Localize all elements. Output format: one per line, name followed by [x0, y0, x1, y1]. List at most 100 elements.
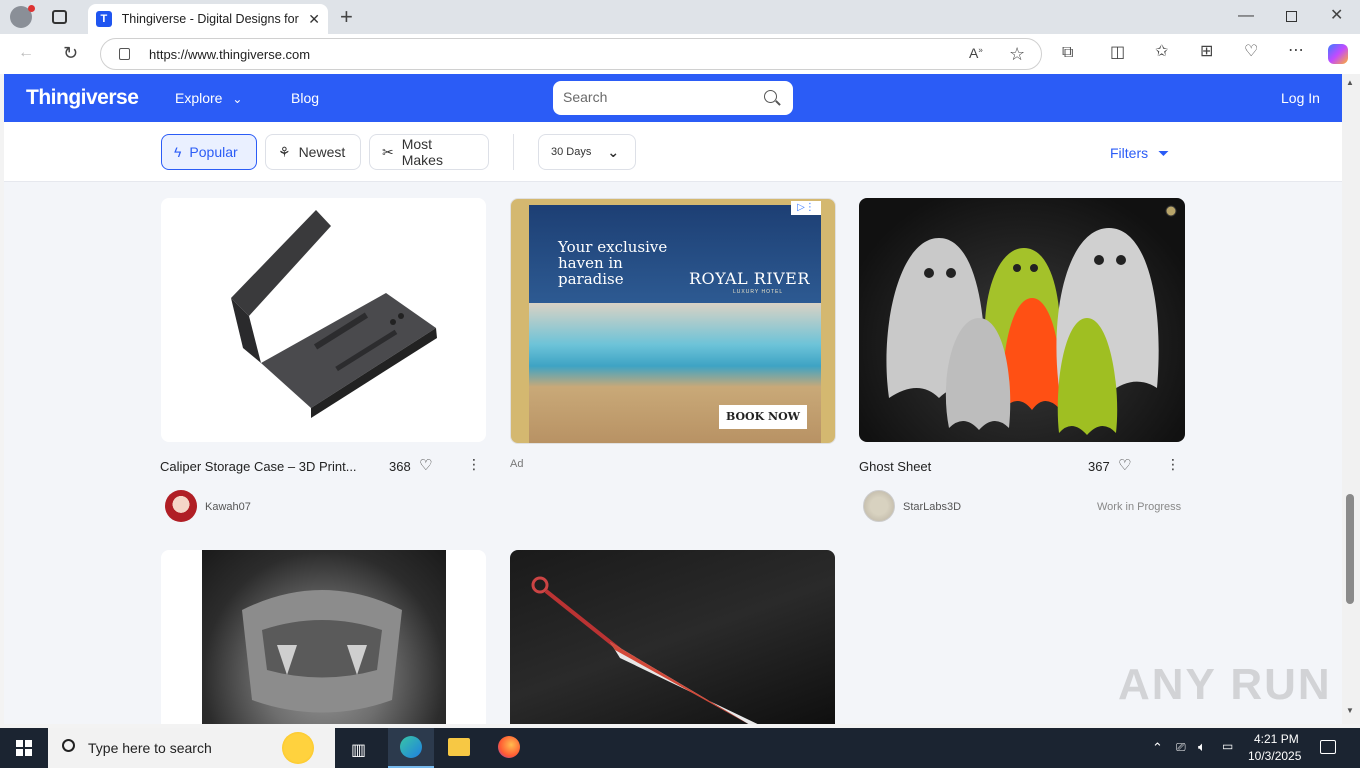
- heart-icon[interactable]: ♡: [419, 456, 432, 474]
- thing-image-kunai[interactable]: [510, 550, 835, 724]
- thing-image-caliper-case[interactable]: [161, 198, 486, 442]
- explore-label: Explore: [175, 90, 223, 106]
- collections-icon[interactable]: ⊞: [1200, 44, 1213, 60]
- most-makes-sort-button[interactable]: ✂ Most Makes: [369, 134, 489, 170]
- period-label: 30 Days: [551, 146, 592, 158]
- split-screen-icon[interactable]: ◫: [1110, 45, 1125, 61]
- ad-label: Ad: [510, 458, 524, 470]
- extensions-icon[interactable]: ⧉: [1062, 45, 1073, 61]
- volume-icon[interactable]: 🔈︎: [1198, 739, 1206, 755]
- windows-taskbar: Type here to search ▥ ⌃ ⎚ 🔈︎ ▭ 4:21 PM 1…: [0, 728, 1360, 768]
- chevron-down-icon: ⌄: [232, 92, 243, 106]
- edge-taskbar-icon[interactable]: [388, 728, 434, 768]
- filters-label: Filters: [1110, 145, 1149, 161]
- more-options-icon[interactable]: ⋮: [1166, 456, 1180, 473]
- site-header: Thingiverse Explore ⌄ Blog Log In: [4, 74, 1342, 122]
- like-count-caliper-case: 368: [389, 459, 411, 474]
- browser-toolbar: ← ↻ https://www.thingiverse.com A» ☆ ⧉ ◫…: [0, 34, 1360, 74]
- file-explorer-icon[interactable]: [448, 738, 470, 756]
- tab-actions-icon[interactable]: [52, 10, 67, 24]
- scroll-down-icon[interactable]: ▼: [1346, 706, 1354, 715]
- thing-image-oni-mask[interactable]: [161, 550, 486, 724]
- author-kawah07[interactable]: Kawah07: [205, 501, 251, 513]
- tray-meet-icon[interactable]: ⎚: [1176, 740, 1186, 755]
- new-tab-icon[interactable]: +: [340, 6, 353, 28]
- ad-choices-icon[interactable]: ▷⋮: [791, 201, 821, 215]
- more-options-icon[interactable]: ⋮: [467, 456, 481, 473]
- tab-title: Thingiverse - Digital Designs for Physic…: [121, 12, 303, 26]
- tools-icon: ✂: [382, 143, 394, 160]
- clock-date[interactable]: 10/3/2025: [1248, 749, 1301, 763]
- newest-sort-button[interactable]: ⚘ Newest: [265, 134, 361, 170]
- firefox-icon[interactable]: [498, 736, 520, 758]
- anyrun-watermark: ANY RUN: [1118, 660, 1332, 709]
- search-box[interactable]: [553, 81, 793, 115]
- read-aloud-icon[interactable]: A»: [969, 46, 983, 60]
- avatar-kawah07[interactable]: [165, 490, 197, 522]
- chevron-down-icon: ⌄: [607, 143, 620, 160]
- browser-tab-bar: T Thingiverse - Digital Designs for Phys…: [0, 0, 1360, 34]
- url-text[interactable]: https://www.thingiverse.com: [149, 47, 310, 62]
- smiley-sun-icon: [282, 732, 314, 764]
- ad-headline-line-1: Your exclusive: [558, 238, 668, 256]
- page-content: Thingiverse Explore ⌄ Blog Log In ϟ Popu…: [4, 74, 1342, 724]
- popular-sort-button[interactable]: ϟ Popular: [161, 134, 257, 170]
- ad-book-now-button[interactable]: BOOK NOW: [719, 405, 807, 429]
- favorites-icon[interactable]: ✩: [1155, 44, 1168, 60]
- funnel-icon: ⏷: [1158, 145, 1170, 161]
- ad-headline-line-2: haven in: [558, 254, 623, 272]
- taskbar-search[interactable]: Type here to search: [48, 728, 335, 768]
- favorite-star-icon[interactable]: ☆: [1009, 45, 1025, 63]
- minimize-icon[interactable]: —: [1238, 8, 1254, 24]
- thing-image-ghost-sheet[interactable]: [859, 198, 1185, 442]
- close-tab-icon[interactable]: ✕: [308, 11, 320, 28]
- thing-title-caliper-case[interactable]: Caliper Storage Case – 3D Print...: [160, 459, 357, 474]
- scroll-up-icon[interactable]: ▲: [1346, 78, 1354, 87]
- filter-divider: [513, 134, 514, 170]
- filters-button[interactable]: Filters ⏷: [1110, 145, 1169, 162]
- restore-icon[interactable]: [1286, 11, 1297, 22]
- sprout-icon: ⚘: [278, 143, 291, 160]
- tab-thingiverse[interactable]: T Thingiverse - Digital Designs for Phys…: [88, 4, 328, 34]
- caliper-case-render: [231, 210, 437, 418]
- heart-icon[interactable]: ♡: [1118, 456, 1131, 474]
- more-menu-icon[interactable]: ⋯: [1288, 43, 1304, 59]
- blog-link[interactable]: Blog: [291, 90, 319, 106]
- refresh-icon[interactable]: ↻: [63, 44, 78, 62]
- ghost-sheet-render: [886, 205, 1177, 435]
- browser-essentials-icon[interactable]: ♡: [1244, 44, 1258, 60]
- popular-label: Popular: [189, 144, 238, 160]
- thingiverse-logo[interactable]: Thingiverse: [26, 86, 139, 110]
- windows-start-icon[interactable]: [16, 740, 32, 756]
- search-icon: [62, 739, 75, 752]
- oni-mask-render: [242, 590, 402, 713]
- page-scrollbar[interactable]: ▲ ▼: [1342, 74, 1360, 724]
- author-starlabs3d[interactable]: StarLabs3D: [903, 501, 961, 513]
- work-in-progress-badge: Work in Progress: [1097, 501, 1182, 513]
- profile-notification-dot: [28, 5, 35, 12]
- lock-icon[interactable]: [119, 48, 130, 60]
- avatar-starlabs3d[interactable]: [863, 490, 895, 522]
- close-window-icon[interactable]: ✕: [1330, 8, 1343, 24]
- like-count-ghost-sheet: 367: [1088, 459, 1110, 474]
- ad-headline-line-3: paradise: [558, 270, 624, 288]
- tray-chevron-icon[interactable]: ⌃: [1152, 740, 1163, 756]
- lightning-icon: ϟ: [174, 144, 182, 160]
- login-link[interactable]: Log In: [1281, 90, 1320, 106]
- thing-title-ghost-sheet[interactable]: Ghost Sheet: [859, 459, 931, 474]
- network-icon[interactable]: ▭: [1222, 739, 1233, 753]
- kunai-render: [531, 576, 758, 724]
- copilot-icon[interactable]: [1328, 44, 1348, 64]
- scrollbar-thumb[interactable]: [1346, 494, 1354, 604]
- search-input[interactable]: [563, 89, 753, 105]
- period-dropdown[interactable]: 30 Days ⌄: [538, 134, 636, 170]
- sort-filter-bar: ϟ Popular ⚘ Newest ✂ Most Makes 30 Days …: [4, 122, 1342, 182]
- address-bar[interactable]: https://www.thingiverse.com A» ☆: [100, 38, 1042, 70]
- ad-headline: Your exclusive haven in paradise: [558, 239, 667, 287]
- explore-menu[interactable]: Explore ⌄: [175, 90, 242, 106]
- clock-time[interactable]: 4:21 PM: [1254, 732, 1299, 746]
- notifications-icon[interactable]: [1320, 740, 1336, 754]
- back-icon[interactable]: ←: [18, 45, 34, 61]
- ad-banner[interactable]: Your exclusive haven in paradise ROYAL R…: [510, 198, 836, 444]
- task-view-icon[interactable]: ▥: [351, 740, 366, 760]
